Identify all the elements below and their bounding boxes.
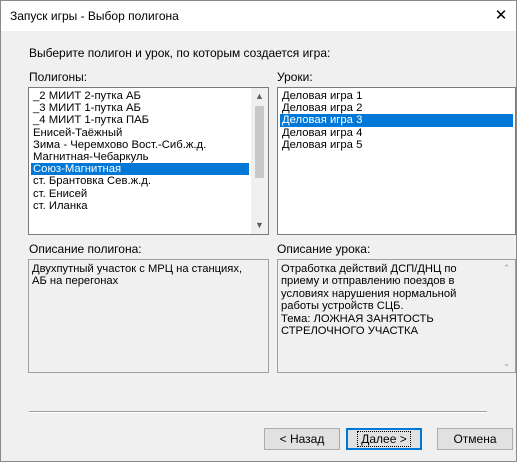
next-button[interactable]: Далее > (346, 428, 422, 450)
polygon-list-item[interactable]: Енисей-Таёжный (31, 127, 249, 139)
polygons-listbox[interactable]: _2 МИИТ 2-путка АБ _3 МИИТ 1-путка АБ _4 М… (28, 87, 269, 235)
back-button[interactable]: < Назад (264, 428, 340, 450)
polygon-list-item[interactable]: ст. Брантовка Сев.ж.д. (31, 175, 249, 187)
lesson-description-text: Отработка действий ДСП/ДНЦ по приему и о… (281, 263, 457, 338)
lessons-listbox[interactable]: Деловая игра 1 Деловая игра 2 Деловая игра… (277, 87, 516, 235)
instruction-text: Выберите полигон и урок, по которым созд… (29, 46, 331, 60)
lesson-description-scrollbar[interactable]: ⌃ ⌄ (498, 260, 515, 372)
polygon-description-label: Описание полигона: (29, 242, 142, 256)
dialog-window: Запуск игры - Выбор полигона ✕ Выберите … (0, 0, 517, 462)
lesson-list-item[interactable]: Деловая игра 4 (280, 127, 513, 139)
polygon-list-item[interactable]: Магнитная-Чебаркуль (31, 151, 249, 163)
polygon-description-box: Двухпутный участок с МРЦ на станциях, АБ… (28, 259, 269, 373)
lesson-description-box[interactable]: Отработка действий ДСП/ДНЦ по приему и о… (277, 259, 516, 373)
title-bar[interactable]: Запуск игры - Выбор полигона ✕ (1, 1, 516, 31)
polygon-list-item[interactable]: _4 МИИТ 1-путка ПАБ (31, 114, 249, 126)
polygon-list-item[interactable]: ст. Иланка (31, 200, 249, 212)
lesson-list-item[interactable]: Деловая игра 2 (280, 102, 513, 114)
polygon-list-item[interactable]: Союз-Магнитная (31, 163, 249, 176)
lesson-list-item[interactable]: Деловая игра 5 (280, 139, 513, 151)
polygons-list: _2 МИИТ 2-путка АБ _3 МИИТ 1-путка АБ _4 М… (31, 90, 249, 212)
scroll-up-icon[interactable]: ⌃ (498, 260, 515, 277)
lesson-description-label: Описание урока: (277, 242, 371, 256)
polygon-list-item[interactable]: ст. Енисей (31, 188, 249, 200)
scroll-down-icon[interactable]: ⌄ (498, 355, 515, 372)
lessons-list: Деловая игра 1 Деловая игра 2 Деловая игра… (280, 90, 513, 151)
lessons-label: Уроки: (277, 70, 313, 84)
window-title: Запуск игры - Выбор полигона (10, 9, 179, 23)
cancel-button[interactable]: Отмена (437, 428, 513, 450)
scroll-thumb[interactable] (255, 106, 264, 178)
polygon-list-item[interactable]: Зима - Черемхово Вост.-Сиб.ж.д. (31, 139, 249, 151)
scroll-up-icon[interactable]: ▲ (251, 88, 268, 105)
scroll-down-icon[interactable]: ▼ (251, 217, 268, 234)
lesson-list-item[interactable]: Деловая игра 3 (280, 114, 513, 127)
polygon-list-item[interactable]: _3 МИИТ 1-путка АБ (31, 102, 249, 114)
next-button-label: Далее > (357, 431, 411, 447)
button-separator (29, 411, 487, 413)
lesson-list-item[interactable]: Деловая игра 1 (280, 90, 513, 102)
close-icon[interactable]: ✕ (486, 1, 516, 31)
polygon-description-text: Двухпутный участок с МРЦ на станциях, АБ… (32, 263, 243, 288)
polygon-list-item[interactable]: _2 МИИТ 2-путка АБ (31, 90, 249, 102)
polygons-label: Полигоны: (29, 70, 88, 84)
polygons-scrollbar[interactable]: ▲ ▼ (251, 88, 268, 234)
